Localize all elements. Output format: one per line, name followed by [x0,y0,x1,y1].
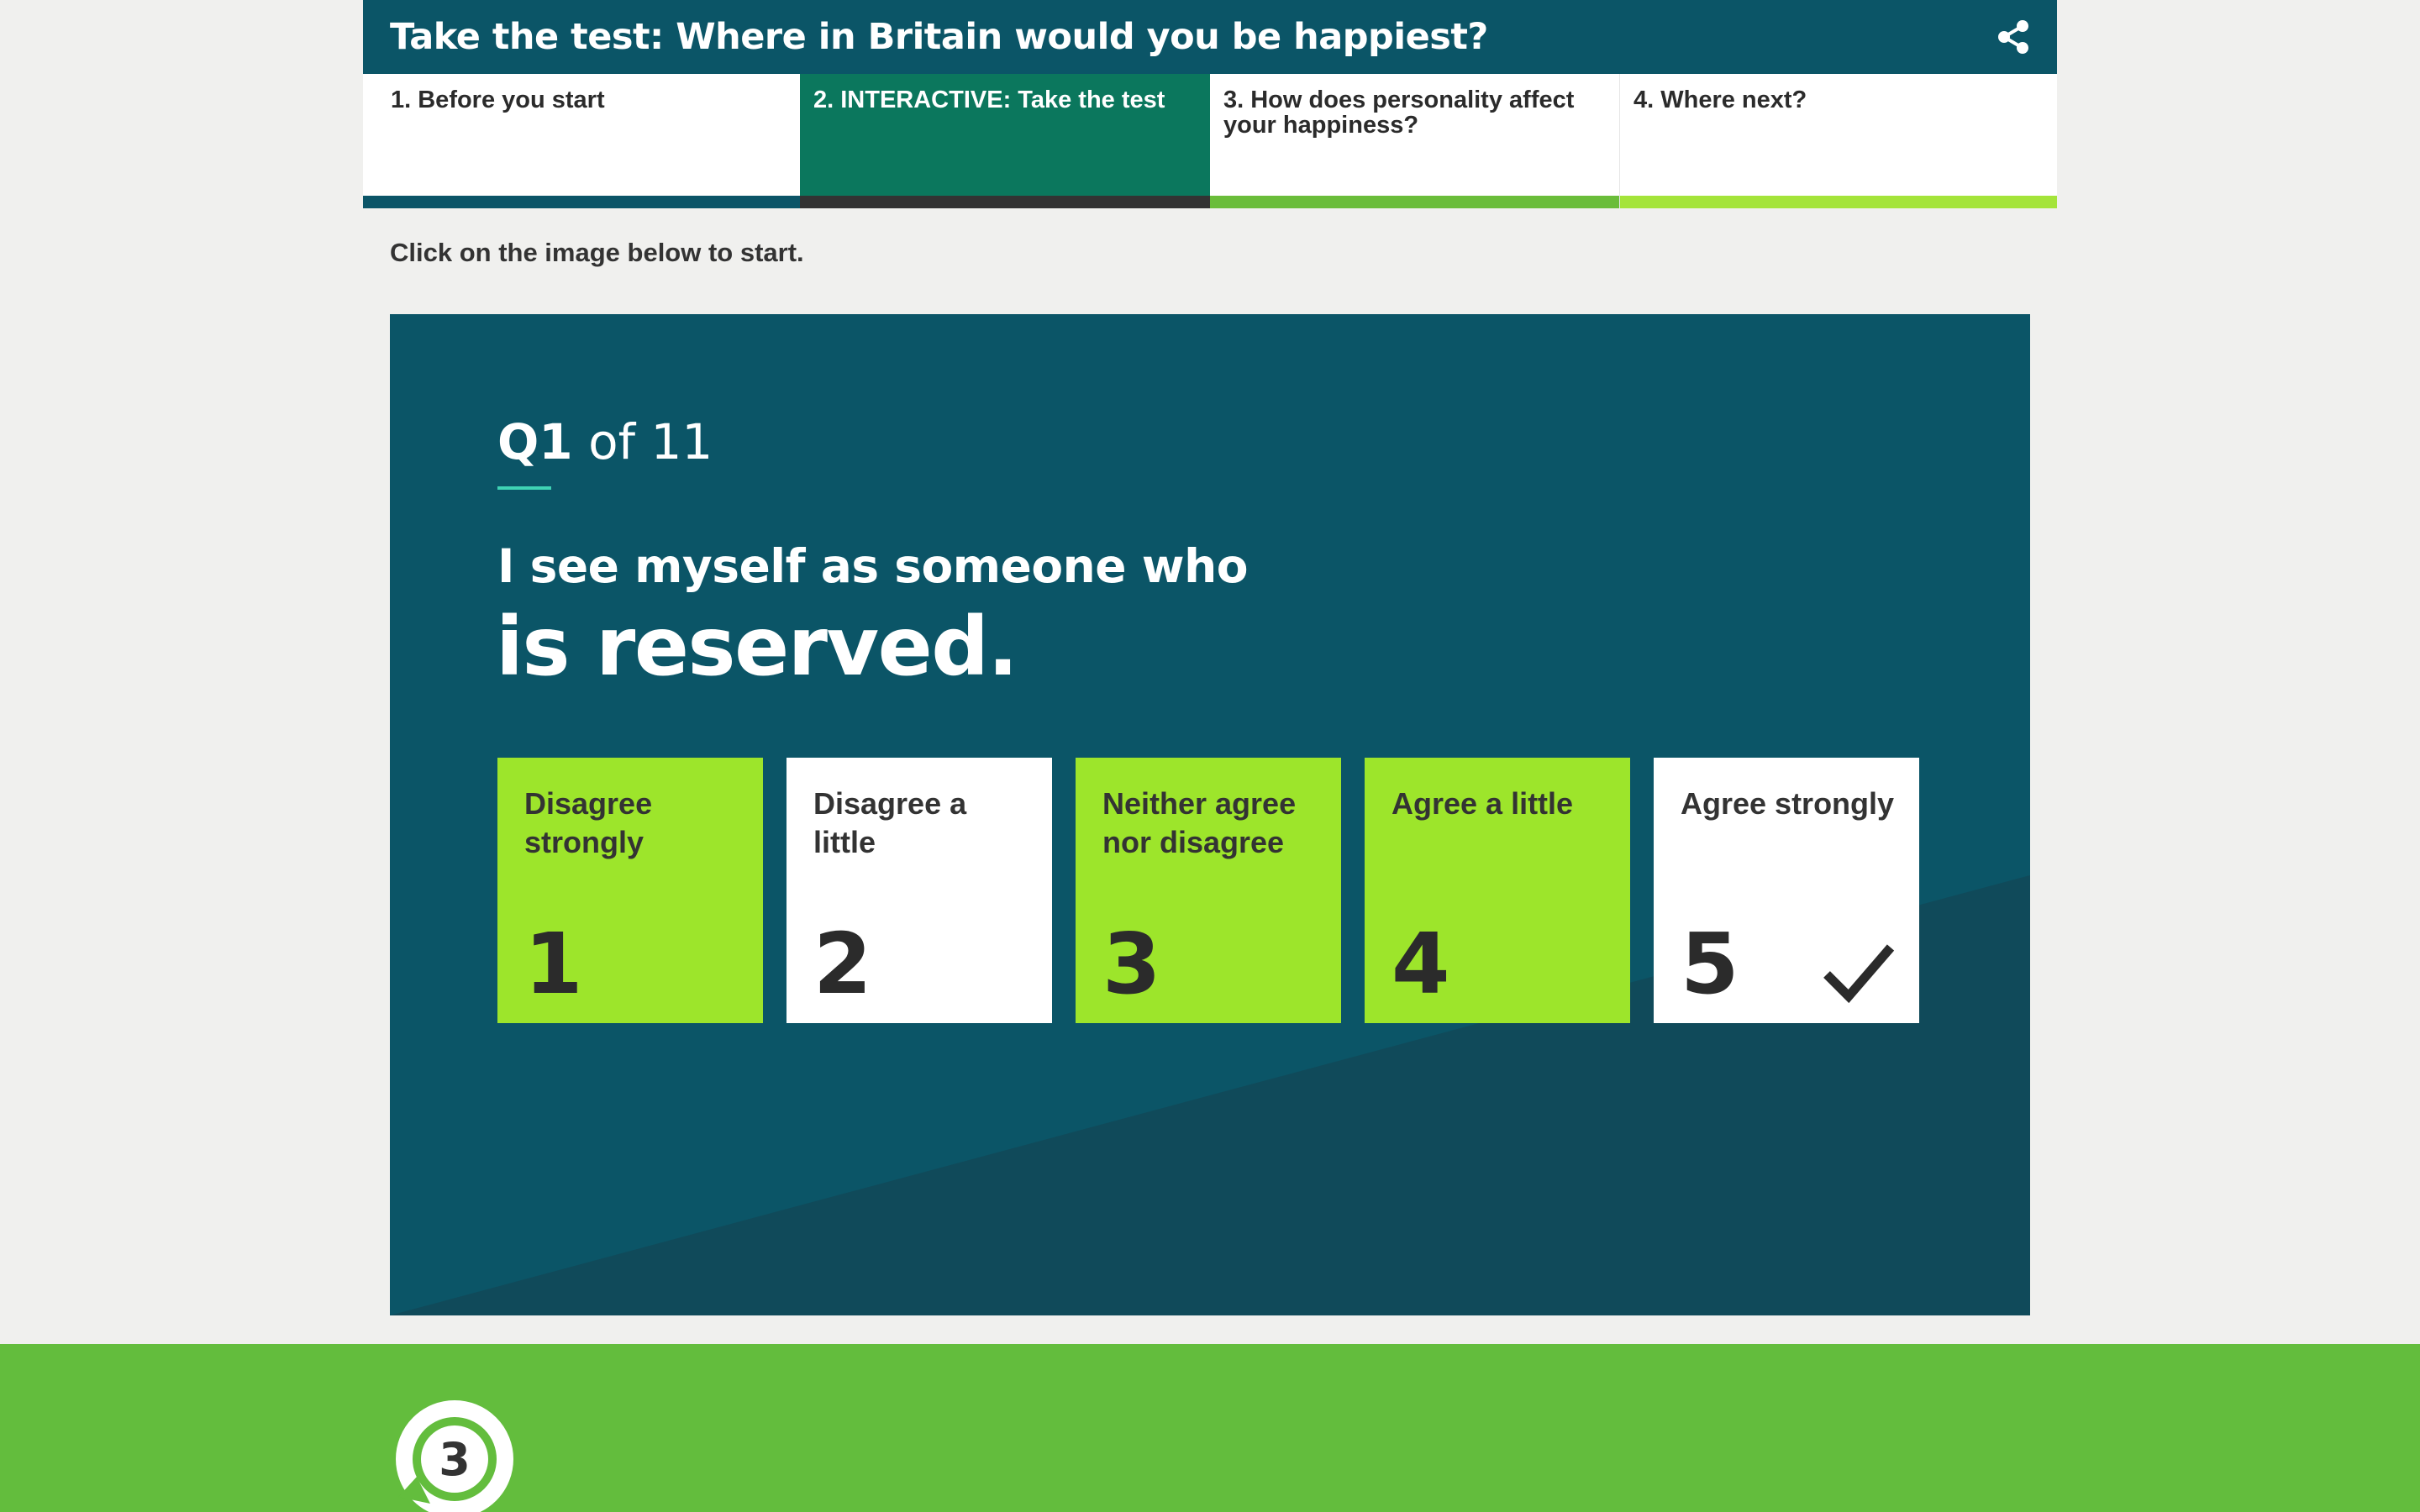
chapter-tabs: 1. Before you start 2. INTERACTIVE: Take… [363,74,2057,208]
tab-label: 2. INTERACTIVE: Take the test [813,87,1165,113]
option-disagree-a-little[interactable]: Disagree a little 2 [786,758,1052,1023]
instruction-text: Click on the image below to start. [390,238,804,267]
option-label: Agree strongly [1681,786,1895,821]
counter-underline [497,486,551,490]
tab-where-next[interactable]: 4. Where next? [1619,74,2057,208]
tab-label: 4. Where next? [1634,87,1807,113]
tab-label: 1. Before you start [391,87,605,113]
question-total: of 11 [588,413,713,470]
option-number: 2 [813,915,872,1013]
bbc-three-logo[interactable]: 3 [392,1396,518,1512]
checkmark-icon [1823,944,1895,1004]
option-label: Agree a little [1392,786,1574,821]
tab-take-the-test[interactable]: 2. INTERACTIVE: Take the test [800,74,1210,208]
footer: 3 [0,1344,2420,1512]
option-number: 3 [1102,915,1161,1013]
share-icon[interactable] [1995,18,2032,55]
option-number: 4 [1392,915,1450,1013]
option-number: 1 [524,915,583,1013]
question-counter: Q1 of 11 [497,413,713,470]
page-title: Take the test: Where in Britain would yo… [390,16,1488,58]
question-lead: I see myself as someone who [497,539,1249,593]
tab-indicator [1620,196,2057,208]
option-disagree-strongly[interactable]: Disagree strongly 1 [497,758,763,1023]
page: Take the test: Where in Britain would yo… [0,0,2420,1512]
question-statement: is reserved. [496,600,1018,694]
tab-indicator [1210,196,1619,208]
tab-before-you-start[interactable]: 1. Before you start [363,74,800,208]
quiz-panel[interactable]: Q1 of 11 I see myself as someone who is … [390,314,2030,1315]
question-number: Q1 [497,413,573,470]
tab-personality-happiness[interactable]: 3. How does personality affect your happ… [1210,74,1619,208]
logo-text: 3 [439,1433,471,1486]
tab-indicator [800,196,1210,208]
option-label: Disagree strongly [524,786,653,859]
option-label: Disagree a little [813,786,967,859]
header-bar: Take the test: Where in Britain would yo… [363,0,2057,74]
option-agree-a-little[interactable]: Agree a little 4 [1365,758,1630,1023]
answer-options: Disagree strongly 1 Disagree a little 2 … [497,758,1919,1023]
tab-indicator [363,196,800,208]
option-agree-strongly[interactable]: Agree strongly 5 [1654,758,1919,1023]
option-label: Neither agree nor disagree [1102,786,1297,859]
tab-label: 3. How does personality affect your happ… [1223,87,1575,139]
option-number: 5 [1681,915,1739,1013]
option-neither-agree-nor-disagree[interactable]: Neither agree nor disagree 3 [1076,758,1341,1023]
